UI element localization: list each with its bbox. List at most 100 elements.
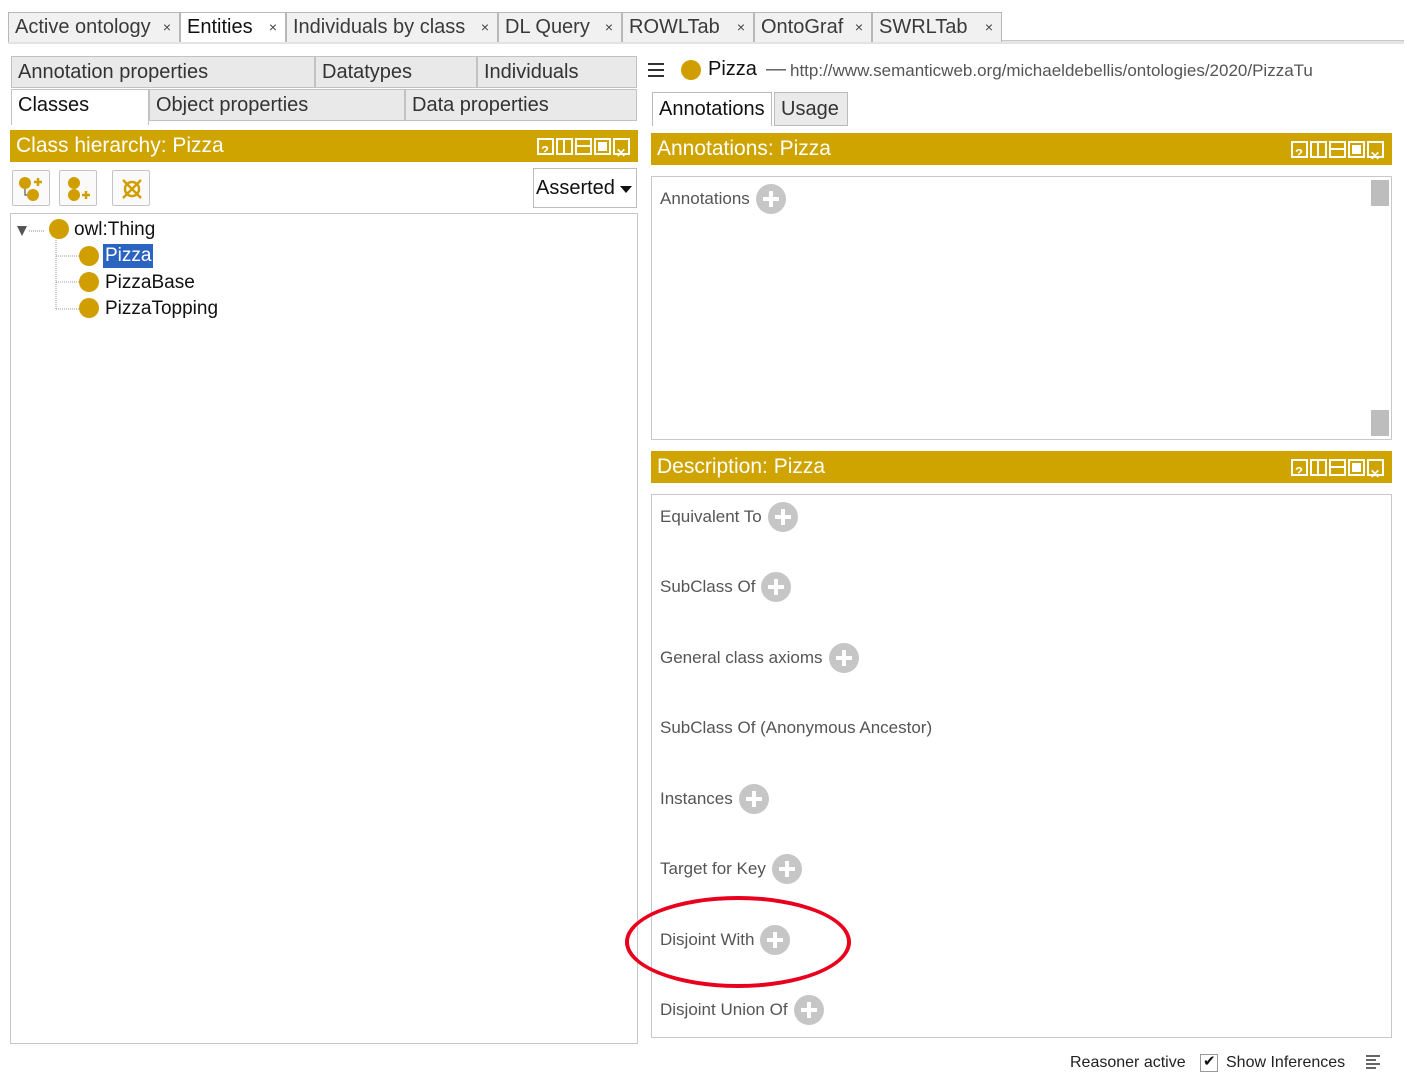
split-horizontal-icon[interactable] bbox=[1329, 459, 1346, 476]
split-vertical-icon[interactable] bbox=[1310, 459, 1327, 476]
show-inferences-label: Show Inferences bbox=[1226, 1054, 1346, 1071]
help-icon[interactable] bbox=[1291, 456, 1308, 488]
scrollbar-thumb[interactable] bbox=[1371, 180, 1389, 206]
tab-annotations[interactable]: Annotations bbox=[652, 92, 772, 126]
tree-node-pizzatopping[interactable]: PizzaTopping bbox=[105, 297, 218, 321]
section-label: General class axioms bbox=[660, 648, 823, 667]
tab-dl-query[interactable]: DL Query × bbox=[498, 12, 622, 42]
main-tab-strip: Active ontology × Entities × Individuals b… bbox=[8, 8, 1404, 44]
add-subclass-button[interactable] bbox=[12, 170, 50, 206]
tab-swrltab[interactable]: SWRLTab × bbox=[872, 12, 1002, 42]
add-superclass-button[interactable] bbox=[761, 572, 792, 602]
panel-title: Annotations: Pizza bbox=[657, 137, 831, 160]
section-disjoint-union-of: Disjoint Union Of bbox=[660, 995, 824, 1025]
reasoner-status: Reasoner active bbox=[1070, 1054, 1186, 1071]
tab-object-properties[interactable]: Object properties bbox=[149, 89, 405, 121]
tree-connector-lines bbox=[55, 240, 79, 310]
hierarchy-mode-select[interactable]: Asserted bbox=[533, 168, 637, 208]
section-label: Equivalent To bbox=[660, 507, 762, 526]
maximize-icon[interactable] bbox=[1348, 459, 1365, 476]
show-inferences-checkbox[interactable] bbox=[1200, 1052, 1218, 1072]
tab-individuals[interactable]: Individuals bbox=[477, 56, 637, 88]
tab-label: SWRLTab bbox=[879, 16, 968, 38]
close-icon[interactable]: × bbox=[163, 13, 171, 41]
add-instance-button[interactable] bbox=[738, 784, 769, 814]
delete-class-button[interactable] bbox=[112, 170, 150, 206]
tab-individuals-by-class[interactable]: Individuals by class × bbox=[286, 12, 498, 42]
add-equivalent-button[interactable] bbox=[767, 502, 798, 532]
close-view-icon[interactable] bbox=[1367, 140, 1384, 172]
view-controls bbox=[1291, 138, 1384, 172]
tab-entities[interactable]: Entities × bbox=[180, 12, 286, 42]
section-label: SubClass Of bbox=[660, 577, 756, 596]
tab-label: Active ontology bbox=[15, 16, 151, 38]
close-icon[interactable]: × bbox=[605, 13, 613, 41]
maximize-icon[interactable] bbox=[594, 138, 611, 155]
annotations-section: Annotations bbox=[660, 184, 786, 214]
tab-ontograf[interactable]: OntoGraf × bbox=[754, 12, 872, 42]
close-view-icon[interactable] bbox=[1367, 458, 1384, 490]
split-vertical-icon[interactable] bbox=[1310, 141, 1327, 158]
add-axiom-button[interactable] bbox=[828, 643, 859, 673]
menu-icon[interactable] bbox=[647, 62, 667, 80]
section-label: Annotations bbox=[660, 189, 750, 208]
annotations-frame bbox=[651, 176, 1392, 440]
entity-header: Pizza — http://www.semanticweb.org/micha… bbox=[645, 56, 1405, 88]
split-horizontal-icon[interactable] bbox=[1329, 141, 1346, 158]
class-icon bbox=[79, 246, 99, 266]
tab-label: DL Query bbox=[505, 16, 590, 38]
tab-classes[interactable]: Classes bbox=[11, 89, 149, 125]
tab-label: Individuals by class bbox=[293, 16, 466, 38]
close-view-icon[interactable] bbox=[613, 137, 630, 169]
maximize-icon[interactable] bbox=[1348, 141, 1365, 158]
tree-node-owl-thing[interactable]: owl:Thing bbox=[74, 218, 155, 242]
close-icon[interactable]: × bbox=[985, 13, 993, 41]
split-vertical-icon[interactable] bbox=[556, 138, 573, 155]
split-horizontal-icon[interactable] bbox=[575, 138, 592, 155]
tab-active-ontology[interactable]: Active ontology × bbox=[8, 12, 180, 42]
add-sibling-button[interactable] bbox=[59, 170, 97, 206]
add-sibling-icon bbox=[68, 177, 90, 201]
add-disjoint-union-button[interactable] bbox=[793, 995, 824, 1025]
tab-rowltab[interactable]: ROWLTab × bbox=[622, 12, 754, 42]
section-anonymous-ancestor: SubClass Of (Anonymous Ancestor) bbox=[660, 713, 932, 743]
close-icon[interactable]: × bbox=[737, 13, 745, 41]
close-icon[interactable]: × bbox=[481, 13, 489, 41]
tree-node-pizzabase[interactable]: PizzaBase bbox=[105, 271, 195, 295]
delete-class-icon bbox=[122, 179, 142, 199]
section-instances: Instances bbox=[660, 784, 769, 814]
class-icon bbox=[79, 298, 99, 318]
help-icon[interactable] bbox=[1291, 138, 1308, 170]
tree-node-pizza[interactable]: Pizza bbox=[103, 244, 154, 268]
log-icon[interactable] bbox=[1364, 1054, 1382, 1072]
section-label: Instances bbox=[660, 789, 733, 808]
tab-usage[interactable]: Usage bbox=[774, 92, 848, 126]
scrollbar-thumb[interactable] bbox=[1371, 410, 1389, 436]
section-subclass-of: SubClass Of bbox=[660, 572, 792, 602]
entity-name: Pizza bbox=[708, 58, 757, 80]
add-subclass-icon bbox=[19, 177, 42, 201]
add-key-button[interactable] bbox=[771, 854, 802, 884]
add-annotation-button[interactable] bbox=[755, 184, 786, 214]
close-icon[interactable]: × bbox=[269, 13, 277, 41]
section-general-class-axioms: General class axioms bbox=[660, 643, 859, 673]
view-controls bbox=[1291, 456, 1384, 490]
tab-data-properties[interactable]: Data properties bbox=[405, 89, 637, 121]
tab-label: Entities bbox=[187, 16, 253, 38]
highlight-circle bbox=[625, 896, 851, 988]
help-icon[interactable] bbox=[537, 135, 554, 167]
tab-annotation-properties[interactable]: Annotation properties bbox=[11, 56, 315, 88]
section-label: Target for Key bbox=[660, 859, 766, 878]
class-tree: owl:Thing Pizza PizzaBase PizzaTopping bbox=[10, 213, 638, 1044]
section-target-for-key: Target for Key bbox=[660, 854, 802, 884]
tab-datatypes[interactable]: Datatypes bbox=[315, 56, 477, 88]
close-icon[interactable]: × bbox=[855, 13, 863, 41]
class-icon bbox=[79, 272, 99, 292]
description-header: Description: Pizza bbox=[651, 451, 1392, 490]
expand-arrow-icon[interactable] bbox=[17, 224, 47, 238]
status-bar: Reasoner active Show Inferences bbox=[1068, 1052, 1408, 1074]
class-icon bbox=[681, 60, 701, 80]
panel-title: Class hierarchy: Pizza bbox=[16, 134, 224, 157]
section-label: Disjoint Union Of bbox=[660, 1000, 788, 1019]
panel-title: Description: Pizza bbox=[657, 455, 826, 478]
